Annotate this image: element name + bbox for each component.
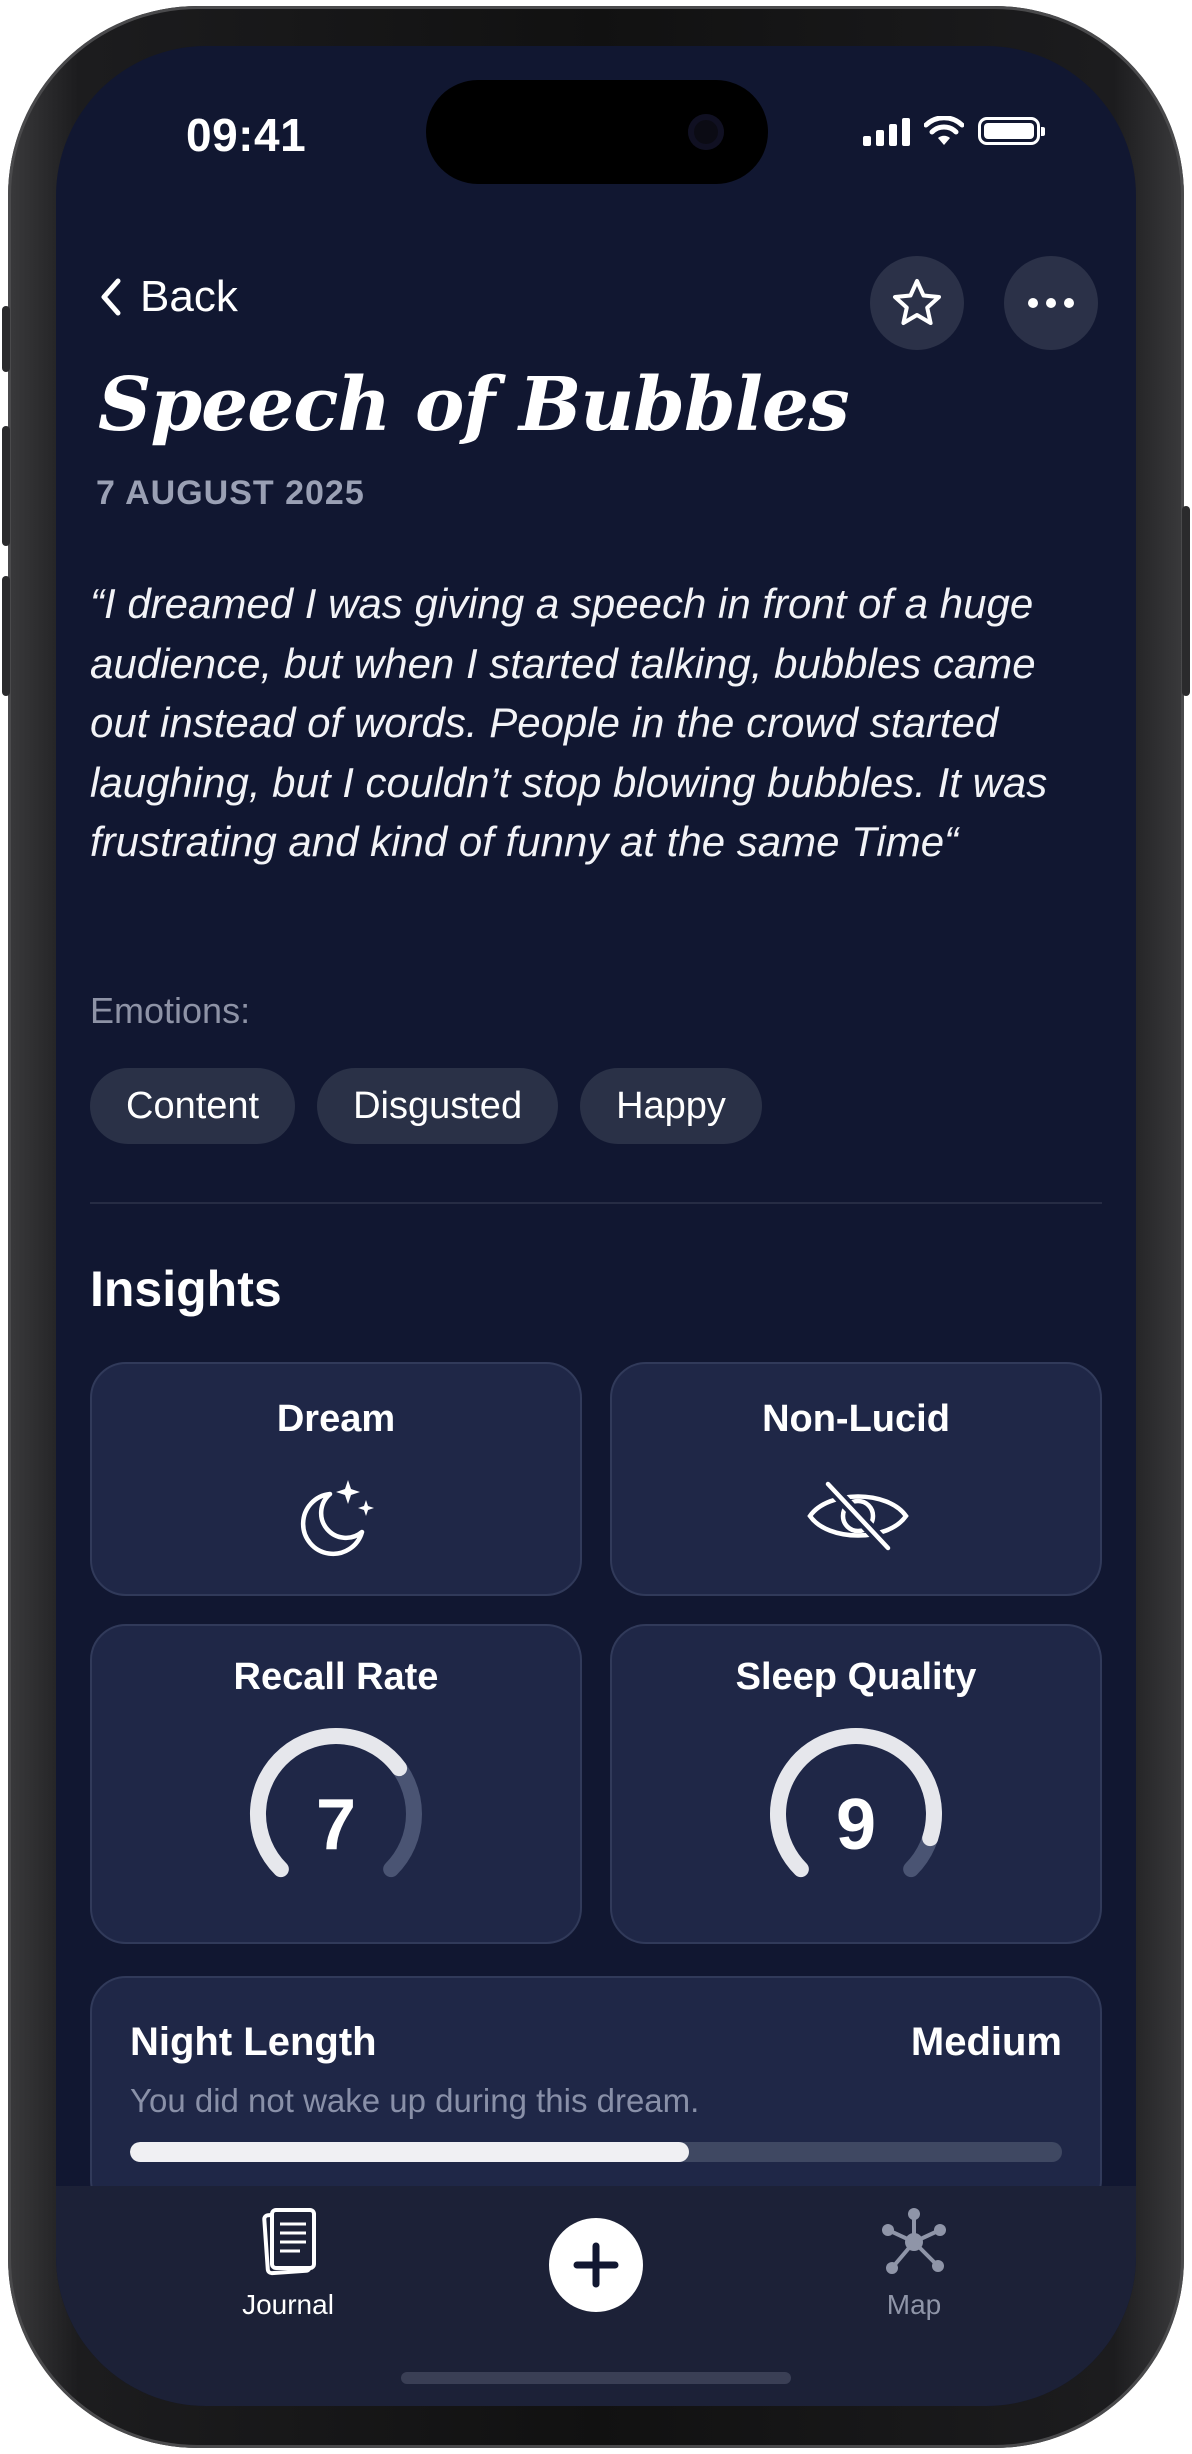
- back-label: Back: [140, 272, 238, 321]
- tab-journal[interactable]: Journal: [188, 2206, 388, 2321]
- status-icons: [863, 116, 1045, 146]
- emotion-chip-content[interactable]: Content: [90, 1068, 296, 1144]
- back-button[interactable]: Back: [96, 272, 238, 322]
- star-icon: [893, 279, 941, 325]
- home-indicator[interactable]: [401, 2372, 791, 2384]
- night-length-description: You did not wake up during this dream.: [130, 2082, 700, 2119]
- more-options-button[interactable]: [1004, 256, 1098, 350]
- dream-description: “I dreamed I was giving a speech in fron…: [90, 580, 1048, 865]
- tab-map-label: Map: [886, 2289, 942, 2320]
- favorite-button[interactable]: [870, 256, 964, 350]
- dream-type-card[interactable]: Dream: [90, 1362, 582, 1596]
- emotion-chip-happy[interactable]: Happy: [580, 1068, 762, 1144]
- section-divider: [90, 1202, 1102, 1204]
- insights-heading: Insights: [90, 1261, 282, 1317]
- tab-journal-label: Journal: [242, 2289, 334, 2320]
- plus-icon: [573, 2242, 619, 2288]
- emotion-chips: Content Disgusted Happy: [90, 1068, 762, 1144]
- cellular-signal-icon: [863, 116, 910, 146]
- ellipsis-icon: [1028, 298, 1074, 308]
- dream-title: Speech of Bubbles: [98, 362, 850, 448]
- sleep-quality-card[interactable]: Sleep Quality 9: [610, 1624, 1102, 1944]
- app-screen: 09:41 Back Speech of Bubbles 7 AUGUST 20…: [56, 46, 1136, 2406]
- action-button: [2, 306, 10, 372]
- dynamic-island: [426, 80, 768, 184]
- recall-rate-value: 7: [315, 1785, 357, 1865]
- volume-up-button: [2, 426, 10, 546]
- wifi-icon: [924, 116, 964, 145]
- volume-down-button: [2, 576, 10, 696]
- eye-slash-icon: [807, 1479, 909, 1553]
- sleep-quality-value: 9: [835, 1785, 877, 1865]
- lucidity-label: Non-Lucid: [762, 1398, 950, 1440]
- lucidity-card[interactable]: Non-Lucid: [610, 1362, 1102, 1596]
- add-dream-button[interactable]: [549, 2218, 643, 2312]
- dream-date: 7 AUGUST 2025: [96, 474, 365, 512]
- emotions-label: Emotions:: [90, 990, 251, 1031]
- night-length-card[interactable]: Night Length Medium You did not wake up …: [90, 1976, 1102, 2216]
- tab-map[interactable]: Map: [814, 2206, 1014, 2321]
- journal-icon: [262, 2208, 316, 2276]
- network-map-icon: [882, 2208, 946, 2274]
- recall-rate-label: Recall Rate: [233, 1656, 439, 1698]
- recall-rate-card[interactable]: Recall Rate 7: [90, 1624, 582, 1944]
- sleep-quality-label: Sleep Quality: [735, 1656, 977, 1698]
- moon-stars-icon: [300, 1480, 374, 1557]
- status-time: 09:41: [186, 109, 307, 161]
- power-button: [1182, 506, 1190, 696]
- chevron-left-icon: [101, 278, 121, 316]
- night-length-value: Medium: [910, 2020, 1062, 2064]
- night-length-progress-fill: [130, 2142, 690, 2162]
- night-length-progress-bar: [130, 2142, 1062, 2162]
- camera-icon: [688, 114, 724, 150]
- emotion-chip-disgusted[interactable]: Disgusted: [317, 1068, 559, 1144]
- battery-icon: [978, 117, 1045, 145]
- dream-type-label: Dream: [276, 1398, 396, 1440]
- night-length-label: Night Length: [130, 2020, 377, 2064]
